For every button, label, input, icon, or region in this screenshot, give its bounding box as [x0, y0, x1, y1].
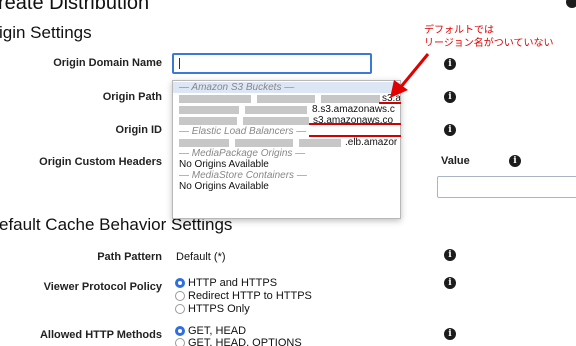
info-icon[interactable]: i: [444, 124, 456, 136]
info-icon[interactable]: i: [509, 155, 521, 167]
redacted-block: [243, 117, 309, 125]
dropdown-option-s3-bucket[interactable]: 8.s3.amazonaws.c: [173, 104, 400, 115]
redacted-block: [179, 117, 237, 125]
info-icon[interactable]: i: [444, 91, 456, 103]
page-title: reate Distribution: [0, 0, 150, 14]
radio-label: HTTP and HTTPS: [188, 277, 278, 289]
radio-unselected[interactable]: [175, 338, 185, 346]
bucket-domain-suffix: 8.s3.amazonaws.c: [310, 104, 395, 115]
header-value-label: Value: [441, 155, 470, 167]
radio-label: GET, HEAD: [188, 325, 247, 337]
annotation-underline: [309, 123, 401, 125]
allowed-methods-option[interactable]: GET, HEAD, OPTIONS: [175, 337, 302, 346]
dropdown-group-mediastore: — MediaStore Containers —: [179, 170, 307, 181]
info-icon[interactable]: i: [444, 277, 456, 289]
dropdown-group-mediapackage: — MediaPackage Origins —: [179, 148, 306, 159]
info-icon[interactable]: i: [444, 58, 456, 70]
info-icon[interactable]: i: [444, 328, 456, 340]
redacted-block: [235, 139, 293, 147]
viewer-protocol-option[interactable]: Redirect HTTP to HTTPS: [175, 290, 312, 302]
redacted-block: [299, 139, 341, 147]
dropdown-group-s3: — Amazon S3 Buckets —: [173, 82, 400, 93]
radio-unselected[interactable]: [175, 291, 185, 301]
origin-domain-name-input[interactable]: [172, 53, 372, 74]
allowed-methods-label: Allowed HTTP Methods: [39, 329, 162, 341]
header-value-input[interactable]: [437, 176, 576, 198]
annotation-arrow-icon: [390, 53, 430, 98]
redacted-block: [179, 95, 251, 103]
redacted-block: [179, 106, 239, 114]
radio-selected[interactable]: [175, 278, 185, 288]
redacted-block: [257, 95, 315, 103]
origin-settings-heading: igin Settings: [0, 23, 92, 42]
annotation-underline: [309, 135, 401, 137]
origin-domain-dropdown[interactable]: — Amazon S3 Buckets — s3.a 8.s3.amazonaw…: [172, 80, 401, 219]
dropdown-option-elb[interactable]: .elb.amazor: [173, 137, 400, 148]
radio-label: HTTPS Only: [188, 303, 250, 315]
viewer-protocol-option[interactable]: HTTP and HTTPS: [175, 277, 277, 289]
info-icon[interactable]: i: [444, 249, 456, 261]
path-pattern-value: Default (*): [176, 251, 226, 263]
dropdown-option-s3-bucket[interactable]: s3.a: [173, 93, 400, 104]
path-pattern-label: Path Pattern: [97, 251, 162, 263]
radio-unselected[interactable]: [175, 304, 185, 314]
radio-selected[interactable]: [175, 326, 185, 336]
radio-label: Redirect HTTP to HTTPS: [188, 290, 312, 302]
annotation-text-line1: デフォルトでは: [424, 25, 494, 36]
origin-custom-headers-label: Origin Custom Headers: [39, 156, 162, 168]
help-icon[interactable]: [566, 0, 576, 8]
redacted-block: [179, 139, 229, 147]
text-caret: [179, 58, 180, 69]
dropdown-empty-item: No Origins Available: [179, 181, 269, 192]
elb-domain-suffix: .elb.amazor: [343, 137, 398, 148]
viewer-protocol-label: Viewer Protocol Policy: [43, 281, 162, 293]
origin-domain-name-label: Origin Domain Name: [53, 57, 162, 69]
origin-id-label: Origin ID: [115, 124, 162, 136]
redacted-block: [245, 106, 307, 114]
dropdown-empty-item: No Origins Available: [179, 159, 269, 170]
annotation-text-line2: リージョン名がついていない: [424, 38, 554, 49]
viewer-protocol-option[interactable]: HTTPS Only: [175, 303, 250, 315]
redacted-block: [321, 95, 381, 103]
allowed-methods-option[interactable]: GET, HEAD: [175, 325, 246, 337]
annotation-underline: [379, 102, 401, 104]
radio-label: GET, HEAD, OPTIONS: [188, 337, 302, 346]
origin-path-label: Origin Path: [102, 91, 162, 103]
